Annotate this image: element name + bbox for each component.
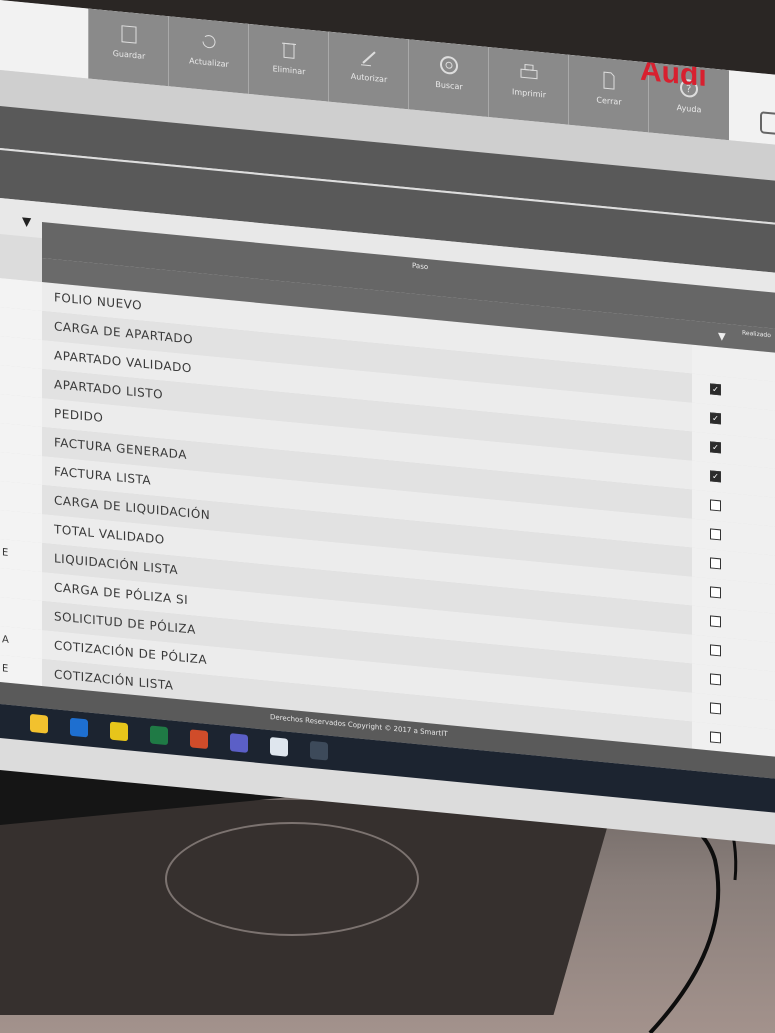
pen-icon <box>361 51 376 67</box>
row-gutter <box>0 568 42 602</box>
toolbar-button-guardar[interactable]: Guardar <box>88 8 169 87</box>
row-gutter <box>0 394 42 428</box>
toolbar-button-label: Ayuda <box>676 103 702 115</box>
checkbox-checked[interactable]: ✓ <box>710 441 721 454</box>
toolbar-button-label: Imprimir <box>511 87 547 100</box>
step-name: PÓLIZA LISTA <box>54 754 140 762</box>
row-gutter <box>0 365 42 399</box>
checkbox-unchecked[interactable] <box>710 644 721 657</box>
refresh-icon <box>202 35 216 49</box>
outlook-icon[interactable] <box>70 717 88 738</box>
toolbar-button-label: Cerrar <box>596 95 622 107</box>
row-gutter <box>0 278 42 312</box>
teams-icon[interactable] <box>230 733 248 753</box>
checkbox-checked[interactable]: ✓ <box>710 412 721 425</box>
file-explorer-icon[interactable] <box>30 713 48 734</box>
printer-icon <box>520 64 538 80</box>
row-gutter <box>0 307 42 341</box>
checkbox-checked[interactable]: ✓ <box>710 470 721 483</box>
column-title-realizado: Realizado <box>742 329 771 340</box>
calculator-icon[interactable] <box>310 740 328 761</box>
row-gutter <box>0 510 42 544</box>
document-icon <box>603 71 615 90</box>
toolbar-button-label: Actualizar <box>189 56 229 70</box>
checkbox-unchecked[interactable] <box>710 499 721 512</box>
row-gutter <box>0 336 42 370</box>
save-icon <box>121 25 137 44</box>
row-gutter <box>0 481 42 515</box>
toolbar-button-label: Guardar <box>112 48 146 61</box>
search-icon <box>440 56 458 75</box>
app-icon[interactable] <box>270 736 288 757</box>
checkbox-checked[interactable]: ✓ <box>710 383 721 396</box>
checkbox-unchecked[interactable] <box>710 673 721 686</box>
monitor-screen: Guardar Actualizar Eliminar Autorizar Buscar… <box>0 0 775 850</box>
column-filter-icon[interactable]: ▼ <box>718 331 726 343</box>
trash-icon <box>282 42 296 59</box>
checkbox-unchecked[interactable] <box>710 615 721 628</box>
checkbox-unchecked[interactable] <box>710 731 721 744</box>
toolbar-button-imprimir[interactable]: Imprimir <box>488 46 569 125</box>
row-gutter <box>0 452 42 486</box>
toolbar-button-label: Eliminar <box>272 64 306 77</box>
excel-icon[interactable] <box>150 725 168 746</box>
toolbar-button-label: Autorizar <box>350 71 388 85</box>
sticky-notes-icon[interactable] <box>110 721 128 742</box>
gutter-text: A <box>2 634 9 646</box>
toolbar-button-eliminar[interactable]: Eliminar <box>248 23 329 102</box>
column-title-paso: Paso <box>412 261 429 272</box>
toolbar-button-autorizar[interactable]: Autorizar <box>328 31 409 110</box>
powerpoint-icon[interactable] <box>190 729 208 750</box>
gutter-text: E <box>2 663 9 675</box>
row-gutter <box>0 597 42 631</box>
window-icon[interactable] <box>760 111 775 137</box>
toolbar-button-cerrar[interactable]: Cerrar <box>568 54 649 133</box>
row-gutter <box>0 423 42 457</box>
checkbox-unchecked[interactable] <box>710 702 721 715</box>
toolbar-button-actualizar[interactable]: Actualizar <box>168 16 249 94</box>
filter-icon[interactable]: ▼ <box>22 214 31 229</box>
gutter-text: E <box>2 547 9 559</box>
gutter-text: TE <box>2 750 15 762</box>
checkbox-unchecked[interactable] <box>710 586 721 599</box>
toolbar-button-buscar[interactable]: Buscar <box>408 39 489 118</box>
toolbar-button-label: Buscar <box>435 79 463 92</box>
steps-list: FOLIO NUEVO CARGA DE APARTADO ✓ APARTADO VA… <box>0 278 775 762</box>
checkbox-unchecked[interactable] <box>710 557 721 570</box>
row-gutter <box>0 742 42 762</box>
checkbox-unchecked[interactable] <box>710 528 721 541</box>
